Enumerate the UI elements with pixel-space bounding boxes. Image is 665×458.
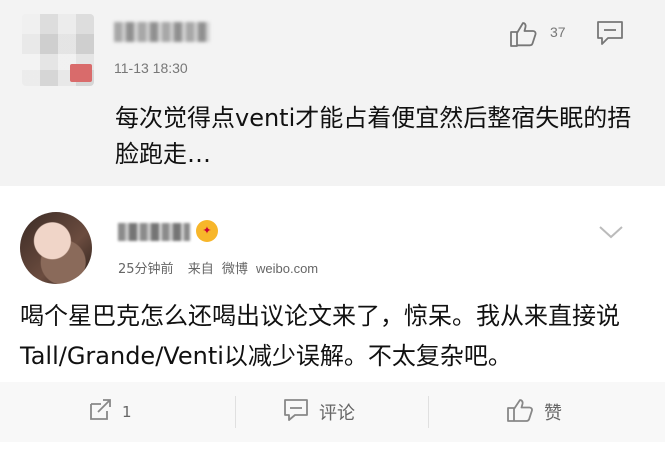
comment-icon xyxy=(283,398,309,427)
post-meta: 25分钟前 来自 微博 weibo.com xyxy=(118,258,328,277)
comment-button[interactable]: 评论 xyxy=(283,382,355,442)
post-text: 喝个星巴克怎么还喝出议论文来了，惊呆。我从来直接说Tall/Grande/Ven… xyxy=(20,302,620,370)
comment-like-icon[interactable] xyxy=(508,20,538,52)
repost-button[interactable]: 1 xyxy=(88,382,132,442)
comment-text: 每次觉得点venti才能占着便宜然后整宿失眠的捂脸跑走… xyxy=(115,104,632,168)
post-source[interactable]: 微博 xyxy=(222,262,248,277)
reply-icon[interactable] xyxy=(596,20,624,50)
commenter-avatar[interactable] xyxy=(22,14,94,86)
post-timestamp: 25分钟前 xyxy=(118,262,174,277)
commenter-name-blurred[interactable] xyxy=(114,22,210,42)
repost-count: 1 xyxy=(122,403,132,421)
comment-like-count: 37 xyxy=(550,24,566,40)
comment-timestamp: 11-13 18:30 xyxy=(114,60,188,76)
like-button[interactable]: 赞 xyxy=(506,382,562,442)
vip-badge-icon: ✦ xyxy=(196,220,218,242)
weibo-post: ✦ 25分钟前 来自 微博 weibo.com 喝个星巴克怎么还喝出议论文来了，… xyxy=(0,186,665,458)
post-domain[interactable]: weibo.com xyxy=(256,261,318,276)
post-source-prefix: 来自 xyxy=(187,262,214,277)
post-action-bar: 1 评论 赞 xyxy=(0,382,665,442)
poster-name-blurred[interactable] xyxy=(118,223,190,241)
repost-icon xyxy=(88,398,114,427)
like-icon xyxy=(506,397,534,428)
chevron-down-icon[interactable] xyxy=(598,224,624,244)
comment-card: 11-13 18:30 37 每次觉得点venti才能占着便宜然后整宿失眠的捂脸… xyxy=(0,0,665,186)
comment-label: 评论 xyxy=(319,403,355,424)
poster-avatar[interactable] xyxy=(20,212,92,284)
like-label: 赞 xyxy=(544,403,562,424)
